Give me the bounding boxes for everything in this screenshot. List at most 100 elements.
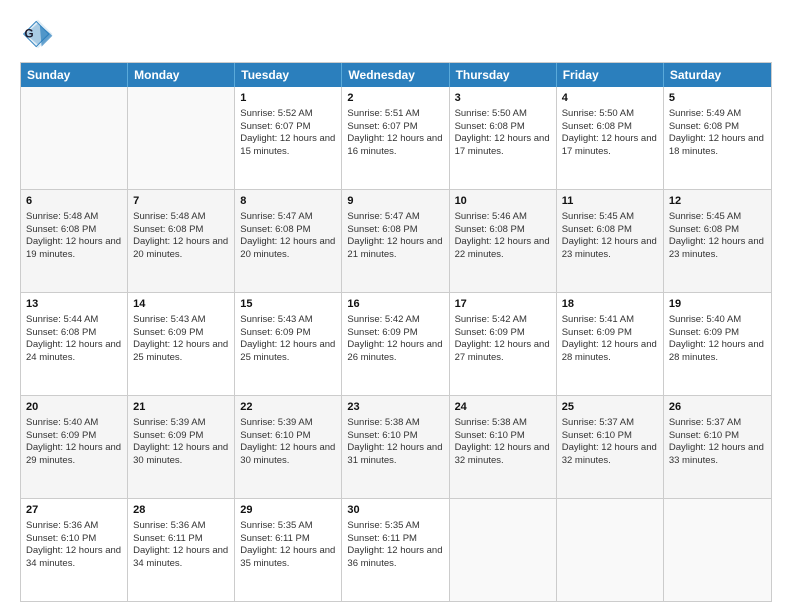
sunset-text: Sunset: 6:10 PM	[26, 533, 122, 546]
daylight-text: Daylight: 12 hours and 20 minutes.	[133, 236, 229, 262]
calendar-header: SundayMondayTuesdayWednesdayThursdayFrid…	[21, 63, 771, 87]
sunset-text: Sunset: 6:09 PM	[455, 327, 551, 340]
daylight-text: Daylight: 12 hours and 28 minutes.	[669, 339, 766, 365]
day-number: 28	[133, 503, 229, 518]
day-number: 13	[26, 297, 122, 312]
daylight-text: Daylight: 12 hours and 20 minutes.	[240, 236, 336, 262]
cal-cell-3-1: 21Sunrise: 5:39 AMSunset: 6:09 PMDayligh…	[128, 396, 235, 498]
cal-cell-0-4: 3Sunrise: 5:50 AMSunset: 6:08 PMDaylight…	[450, 87, 557, 189]
sunset-text: Sunset: 6:08 PM	[669, 121, 766, 134]
day-number: 21	[133, 400, 229, 415]
header-day-thursday: Thursday	[450, 63, 557, 87]
cal-cell-1-0: 6Sunrise: 5:48 AMSunset: 6:08 PMDaylight…	[21, 190, 128, 292]
daylight-text: Daylight: 12 hours and 18 minutes.	[669, 133, 766, 159]
daylight-text: Daylight: 12 hours and 30 minutes.	[240, 442, 336, 468]
sunset-text: Sunset: 6:10 PM	[240, 430, 336, 443]
cal-row-2: 13Sunrise: 5:44 AMSunset: 6:08 PMDayligh…	[21, 292, 771, 395]
cal-cell-2-6: 19Sunrise: 5:40 AMSunset: 6:09 PMDayligh…	[664, 293, 771, 395]
daylight-text: Daylight: 12 hours and 34 minutes.	[26, 545, 122, 571]
daylight-text: Daylight: 12 hours and 32 minutes.	[455, 442, 551, 468]
sunrise-text: Sunrise: 5:36 AM	[26, 520, 122, 533]
sunset-text: Sunset: 6:11 PM	[133, 533, 229, 546]
cal-cell-2-5: 18Sunrise: 5:41 AMSunset: 6:09 PMDayligh…	[557, 293, 664, 395]
svg-text:G: G	[25, 28, 34, 41]
sunset-text: Sunset: 6:10 PM	[455, 430, 551, 443]
day-number: 17	[455, 297, 551, 312]
day-number: 30	[347, 503, 443, 518]
cal-cell-3-4: 24Sunrise: 5:38 AMSunset: 6:10 PMDayligh…	[450, 396, 557, 498]
sunset-text: Sunset: 6:08 PM	[669, 224, 766, 237]
sunset-text: Sunset: 6:09 PM	[133, 430, 229, 443]
cal-cell-4-4	[450, 499, 557, 601]
sunrise-text: Sunrise: 5:46 AM	[455, 211, 551, 224]
sunrise-text: Sunrise: 5:39 AM	[240, 417, 336, 430]
logo-icon: G	[20, 16, 56, 52]
cal-cell-3-5: 25Sunrise: 5:37 AMSunset: 6:10 PMDayligh…	[557, 396, 664, 498]
sunrise-text: Sunrise: 5:43 AM	[240, 314, 336, 327]
daylight-text: Daylight: 12 hours and 23 minutes.	[669, 236, 766, 262]
day-number: 14	[133, 297, 229, 312]
sunrise-text: Sunrise: 5:39 AM	[133, 417, 229, 430]
cal-cell-0-6: 5Sunrise: 5:49 AMSunset: 6:08 PMDaylight…	[664, 87, 771, 189]
daylight-text: Daylight: 12 hours and 35 minutes.	[240, 545, 336, 571]
sunrise-text: Sunrise: 5:47 AM	[240, 211, 336, 224]
sunrise-text: Sunrise: 5:50 AM	[455, 108, 551, 121]
cal-cell-2-3: 16Sunrise: 5:42 AMSunset: 6:09 PMDayligh…	[342, 293, 449, 395]
day-number: 8	[240, 194, 336, 209]
cal-cell-4-1: 28Sunrise: 5:36 AMSunset: 6:11 PMDayligh…	[128, 499, 235, 601]
cal-row-0: 1Sunrise: 5:52 AMSunset: 6:07 PMDaylight…	[21, 87, 771, 189]
day-number: 1	[240, 91, 336, 106]
sunset-text: Sunset: 6:09 PM	[240, 327, 336, 340]
logo: G	[20, 16, 60, 52]
cal-cell-4-3: 30Sunrise: 5:35 AMSunset: 6:11 PMDayligh…	[342, 499, 449, 601]
sunrise-text: Sunrise: 5:43 AM	[133, 314, 229, 327]
day-number: 29	[240, 503, 336, 518]
daylight-text: Daylight: 12 hours and 33 minutes.	[669, 442, 766, 468]
sunset-text: Sunset: 6:11 PM	[347, 533, 443, 546]
sunset-text: Sunset: 6:09 PM	[669, 327, 766, 340]
day-number: 5	[669, 91, 766, 106]
sunrise-text: Sunrise: 5:48 AM	[26, 211, 122, 224]
cal-cell-0-3: 2Sunrise: 5:51 AMSunset: 6:07 PMDaylight…	[342, 87, 449, 189]
daylight-text: Daylight: 12 hours and 21 minutes.	[347, 236, 443, 262]
sunrise-text: Sunrise: 5:45 AM	[669, 211, 766, 224]
day-number: 7	[133, 194, 229, 209]
daylight-text: Daylight: 12 hours and 36 minutes.	[347, 545, 443, 571]
header-day-friday: Friday	[557, 63, 664, 87]
daylight-text: Daylight: 12 hours and 27 minutes.	[455, 339, 551, 365]
cal-row-4: 27Sunrise: 5:36 AMSunset: 6:10 PMDayligh…	[21, 498, 771, 601]
day-number: 10	[455, 194, 551, 209]
sunset-text: Sunset: 6:11 PM	[240, 533, 336, 546]
day-number: 24	[455, 400, 551, 415]
sunrise-text: Sunrise: 5:38 AM	[347, 417, 443, 430]
cal-row-3: 20Sunrise: 5:40 AMSunset: 6:09 PMDayligh…	[21, 395, 771, 498]
cal-cell-1-4: 10Sunrise: 5:46 AMSunset: 6:08 PMDayligh…	[450, 190, 557, 292]
sunset-text: Sunset: 6:08 PM	[26, 327, 122, 340]
cal-cell-2-4: 17Sunrise: 5:42 AMSunset: 6:09 PMDayligh…	[450, 293, 557, 395]
cal-cell-1-6: 12Sunrise: 5:45 AMSunset: 6:08 PMDayligh…	[664, 190, 771, 292]
cal-cell-0-1	[128, 87, 235, 189]
day-number: 25	[562, 400, 658, 415]
header-day-sunday: Sunday	[21, 63, 128, 87]
sunrise-text: Sunrise: 5:37 AM	[669, 417, 766, 430]
day-number: 3	[455, 91, 551, 106]
day-number: 2	[347, 91, 443, 106]
sunset-text: Sunset: 6:10 PM	[347, 430, 443, 443]
day-number: 27	[26, 503, 122, 518]
day-number: 11	[562, 194, 658, 209]
sunset-text: Sunset: 6:08 PM	[133, 224, 229, 237]
day-number: 23	[347, 400, 443, 415]
day-number: 18	[562, 297, 658, 312]
sunset-text: Sunset: 6:10 PM	[562, 430, 658, 443]
sunrise-text: Sunrise: 5:52 AM	[240, 108, 336, 121]
cal-cell-0-2: 1Sunrise: 5:52 AMSunset: 6:07 PMDaylight…	[235, 87, 342, 189]
daylight-text: Daylight: 12 hours and 25 minutes.	[240, 339, 336, 365]
daylight-text: Daylight: 12 hours and 32 minutes.	[562, 442, 658, 468]
sunrise-text: Sunrise: 5:45 AM	[562, 211, 658, 224]
daylight-text: Daylight: 12 hours and 16 minutes.	[347, 133, 443, 159]
daylight-text: Daylight: 12 hours and 17 minutes.	[455, 133, 551, 159]
sunrise-text: Sunrise: 5:40 AM	[26, 417, 122, 430]
sunset-text: Sunset: 6:09 PM	[347, 327, 443, 340]
day-number: 6	[26, 194, 122, 209]
sunset-text: Sunset: 6:08 PM	[562, 121, 658, 134]
